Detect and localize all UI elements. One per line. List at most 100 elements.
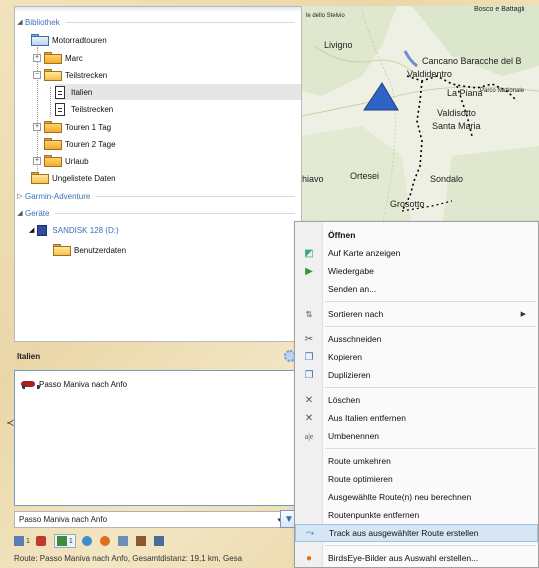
menu-item-label: Auf Karte anzeigen <box>328 248 401 258</box>
menu-item-auf-karte-anzeigen[interactable]: ◩ Auf Karte anzeigen <box>295 244 538 262</box>
tree-item-benutzerdaten[interactable]: Benutzerdaten <box>53 242 126 258</box>
library-tree[interactable]: ◢ Bibliothek Motorradtouren + Marc − Tei… <box>14 6 302 342</box>
menu-item-neu-berechnen[interactable]: Ausgewählte Route(n) neu berechnen <box>295 488 538 506</box>
route-count-button[interactable]: 1 <box>14 534 30 548</box>
menu-item-routenpunkte-entfernen[interactable]: Routenpunkte entfernen <box>295 506 538 524</box>
menu-item-aus-italien-entfernen[interactable]: ✕ Aus Italien entfernen <box>295 409 538 427</box>
menu-item-wiedergabe[interactable]: ▶ Wiedergabe <box>295 262 538 280</box>
track-count-button[interactable]: 1 <box>53 534 76 548</box>
menu-item-route-optimieren[interactable]: Route optimieren <box>295 470 538 488</box>
menu-separator <box>325 448 536 449</box>
tree-item-label: Urlaub <box>65 156 89 166</box>
menu-item-label: Umbenennen <box>328 431 380 441</box>
photo-button[interactable] <box>117 534 130 548</box>
route-list[interactable]: Passo Maniva nach Anfo <box>14 370 300 506</box>
panel-toolbar: 1 1 <box>14 531 302 551</box>
tree-item-label: Touren 1 Tag <box>65 122 112 132</box>
rename-icon: a|e <box>304 431 314 441</box>
map-label: Valdidentro <box>407 69 452 79</box>
menu-item-umbenennen[interactable]: a|e Umbenennen <box>295 427 538 445</box>
route-tool-button[interactable] <box>81 534 94 548</box>
collapse-arrow-icon[interactable]: ◢ <box>15 209 25 217</box>
tree-item-touren-1-tag[interactable]: + Touren 1 Tag <box>33 119 111 135</box>
expand-plus-icon[interactable]: + <box>33 123 41 131</box>
section-rule <box>96 195 295 197</box>
submenu-arrow-icon: ▶ <box>520 311 526 318</box>
map-view[interactable]: le dello Stelvio Bosco e Battagli Livign… <box>302 6 539 226</box>
section-bibliothek-label: Bibliothek <box>25 17 60 27</box>
map-canvas <box>302 6 539 226</box>
menu-item-label: Ausschneiden <box>328 334 382 344</box>
map-label: Parco Nazionale <box>480 88 525 94</box>
waypoint-button[interactable] <box>35 534 48 548</box>
section-geraete[interactable]: ◢ Geräte <box>15 206 301 220</box>
map-label: Bosco e Battagli <box>474 6 525 13</box>
tree-item-marc[interactable]: + Marc <box>33 50 83 66</box>
map-label: La Piana <box>447 88 483 98</box>
folder-open-icon <box>31 34 49 46</box>
route-item-label: Passo Maniva nach Anfo <box>39 379 128 389</box>
photo-icon <box>117 536 128 546</box>
collapse-arrow-icon[interactable]: ◢ <box>29 226 34 234</box>
scissors-icon: ✂ <box>304 333 314 345</box>
menu-item-birdseye[interactable]: ● BirdsEye-Bilder aus Auswahl erstellen.… <box>295 549 538 567</box>
menu-item-track-erstellen[interactable]: ⤳ Track aus ausgewählter Route erstellen <box>295 524 538 542</box>
routes-icon <box>14 536 24 546</box>
expand-plus-icon[interactable]: + <box>33 54 41 62</box>
map-icon: ◩ <box>304 247 314 259</box>
vehicle-icon <box>153 536 164 546</box>
menu-item-label: Routenpunkte entfernen <box>328 510 420 520</box>
menu-item-loeschen[interactable]: ✕ Löschen <box>295 391 538 409</box>
expand-arrow-icon[interactable]: ▷ <box>15 192 25 200</box>
tree-item-label: Benutzerdaten <box>74 245 127 255</box>
menu-item-senden-an[interactable]: Senden an... <box>295 280 538 298</box>
tree-item-motorradtouren[interactable]: Motorradtouren <box>31 32 107 48</box>
tree-item-ungelistete-daten[interactable]: Ungelistete Daten <box>31 170 116 186</box>
menu-item-duplizieren[interactable]: ❐ Duplizieren <box>295 366 538 384</box>
section-garmin-adventure[interactable]: ▷ Garmin-Adventure <box>15 189 301 203</box>
tree-item-label: Touren 2 Tage <box>65 139 116 149</box>
tree-item-label: Motorradtouren <box>52 35 107 45</box>
tree-item-sandisk[interactable]: ◢ SANDISK 128 (D:) <box>29 222 119 238</box>
map-label: Livigno <box>324 40 353 50</box>
menu-item-label: Kopieren <box>328 352 363 362</box>
collapse-minus-icon[interactable]: − <box>33 71 41 79</box>
menu-item-label: Route optimieren <box>328 474 393 484</box>
funnel-icon: ▼ <box>284 513 294 525</box>
map-label: Santa Maria <box>432 121 481 131</box>
vehicle-button[interactable] <box>153 534 166 548</box>
map-label: Valdisotto <box>437 108 476 118</box>
menu-separator <box>325 387 536 388</box>
motorcycle-route-icon <box>21 379 40 389</box>
tree-item-teilstrecken-child[interactable]: Teilstrecken <box>55 101 113 117</box>
menu-item-label: Duplizieren <box>328 370 371 380</box>
expand-plus-icon[interactable]: + <box>33 157 41 165</box>
menu-item-label: BirdsEye-Bilder aus Auswahl erstellen... <box>328 553 479 563</box>
cursor-mark-icon: ≺ <box>6 418 15 429</box>
tree-item-teilstrecken[interactable]: − Teilstrecken <box>33 67 107 83</box>
menu-item-kopieren[interactable]: ❐ Kopieren <box>295 348 538 366</box>
menu-item-sortieren-nach[interactable]: ⇅ Sortieren nach ▶ <box>295 305 538 323</box>
menu-item-oeffnen[interactable]: Öffnen <box>295 226 538 244</box>
menu-item-route-umkehren[interactable]: Route umkehren <box>295 452 538 470</box>
tree-item-urlaub[interactable]: + Urlaub <box>33 153 89 169</box>
collapse-arrow-icon[interactable]: ◢ <box>15 18 25 26</box>
tree-item-italien[interactable]: Italien <box>55 84 301 100</box>
folder-open-icon <box>31 172 49 184</box>
menu-item-ausschneiden[interactable]: ✂ Ausschneiden <box>295 330 538 348</box>
tree-item-touren-2-tage[interactable]: Touren 2 Tage <box>44 136 116 152</box>
list-item[interactable]: Passo Maniva nach Anfo <box>21 376 127 392</box>
section-bibliothek[interactable]: ◢ Bibliothek <box>15 15 301 29</box>
section-rule <box>55 212 295 214</box>
delete-x-icon: ✕ <box>304 394 314 406</box>
lock-button[interactable] <box>135 534 148 548</box>
menu-separator <box>325 326 536 327</box>
route-select-value: Passo Maniva nach Anfo <box>19 515 108 524</box>
adventure-button[interactable] <box>99 534 112 548</box>
route-select[interactable]: Passo Maniva nach Anfo ▾ <box>14 511 286 528</box>
section-geraete-label: Geräte <box>25 208 50 218</box>
tree-guide-line <box>50 87 51 117</box>
folder-open-icon <box>53 244 71 256</box>
list-document-icon <box>55 85 65 99</box>
context-menu[interactable]: Öffnen ◩ Auf Karte anzeigen ▶ Wiedergabe… <box>294 221 539 568</box>
